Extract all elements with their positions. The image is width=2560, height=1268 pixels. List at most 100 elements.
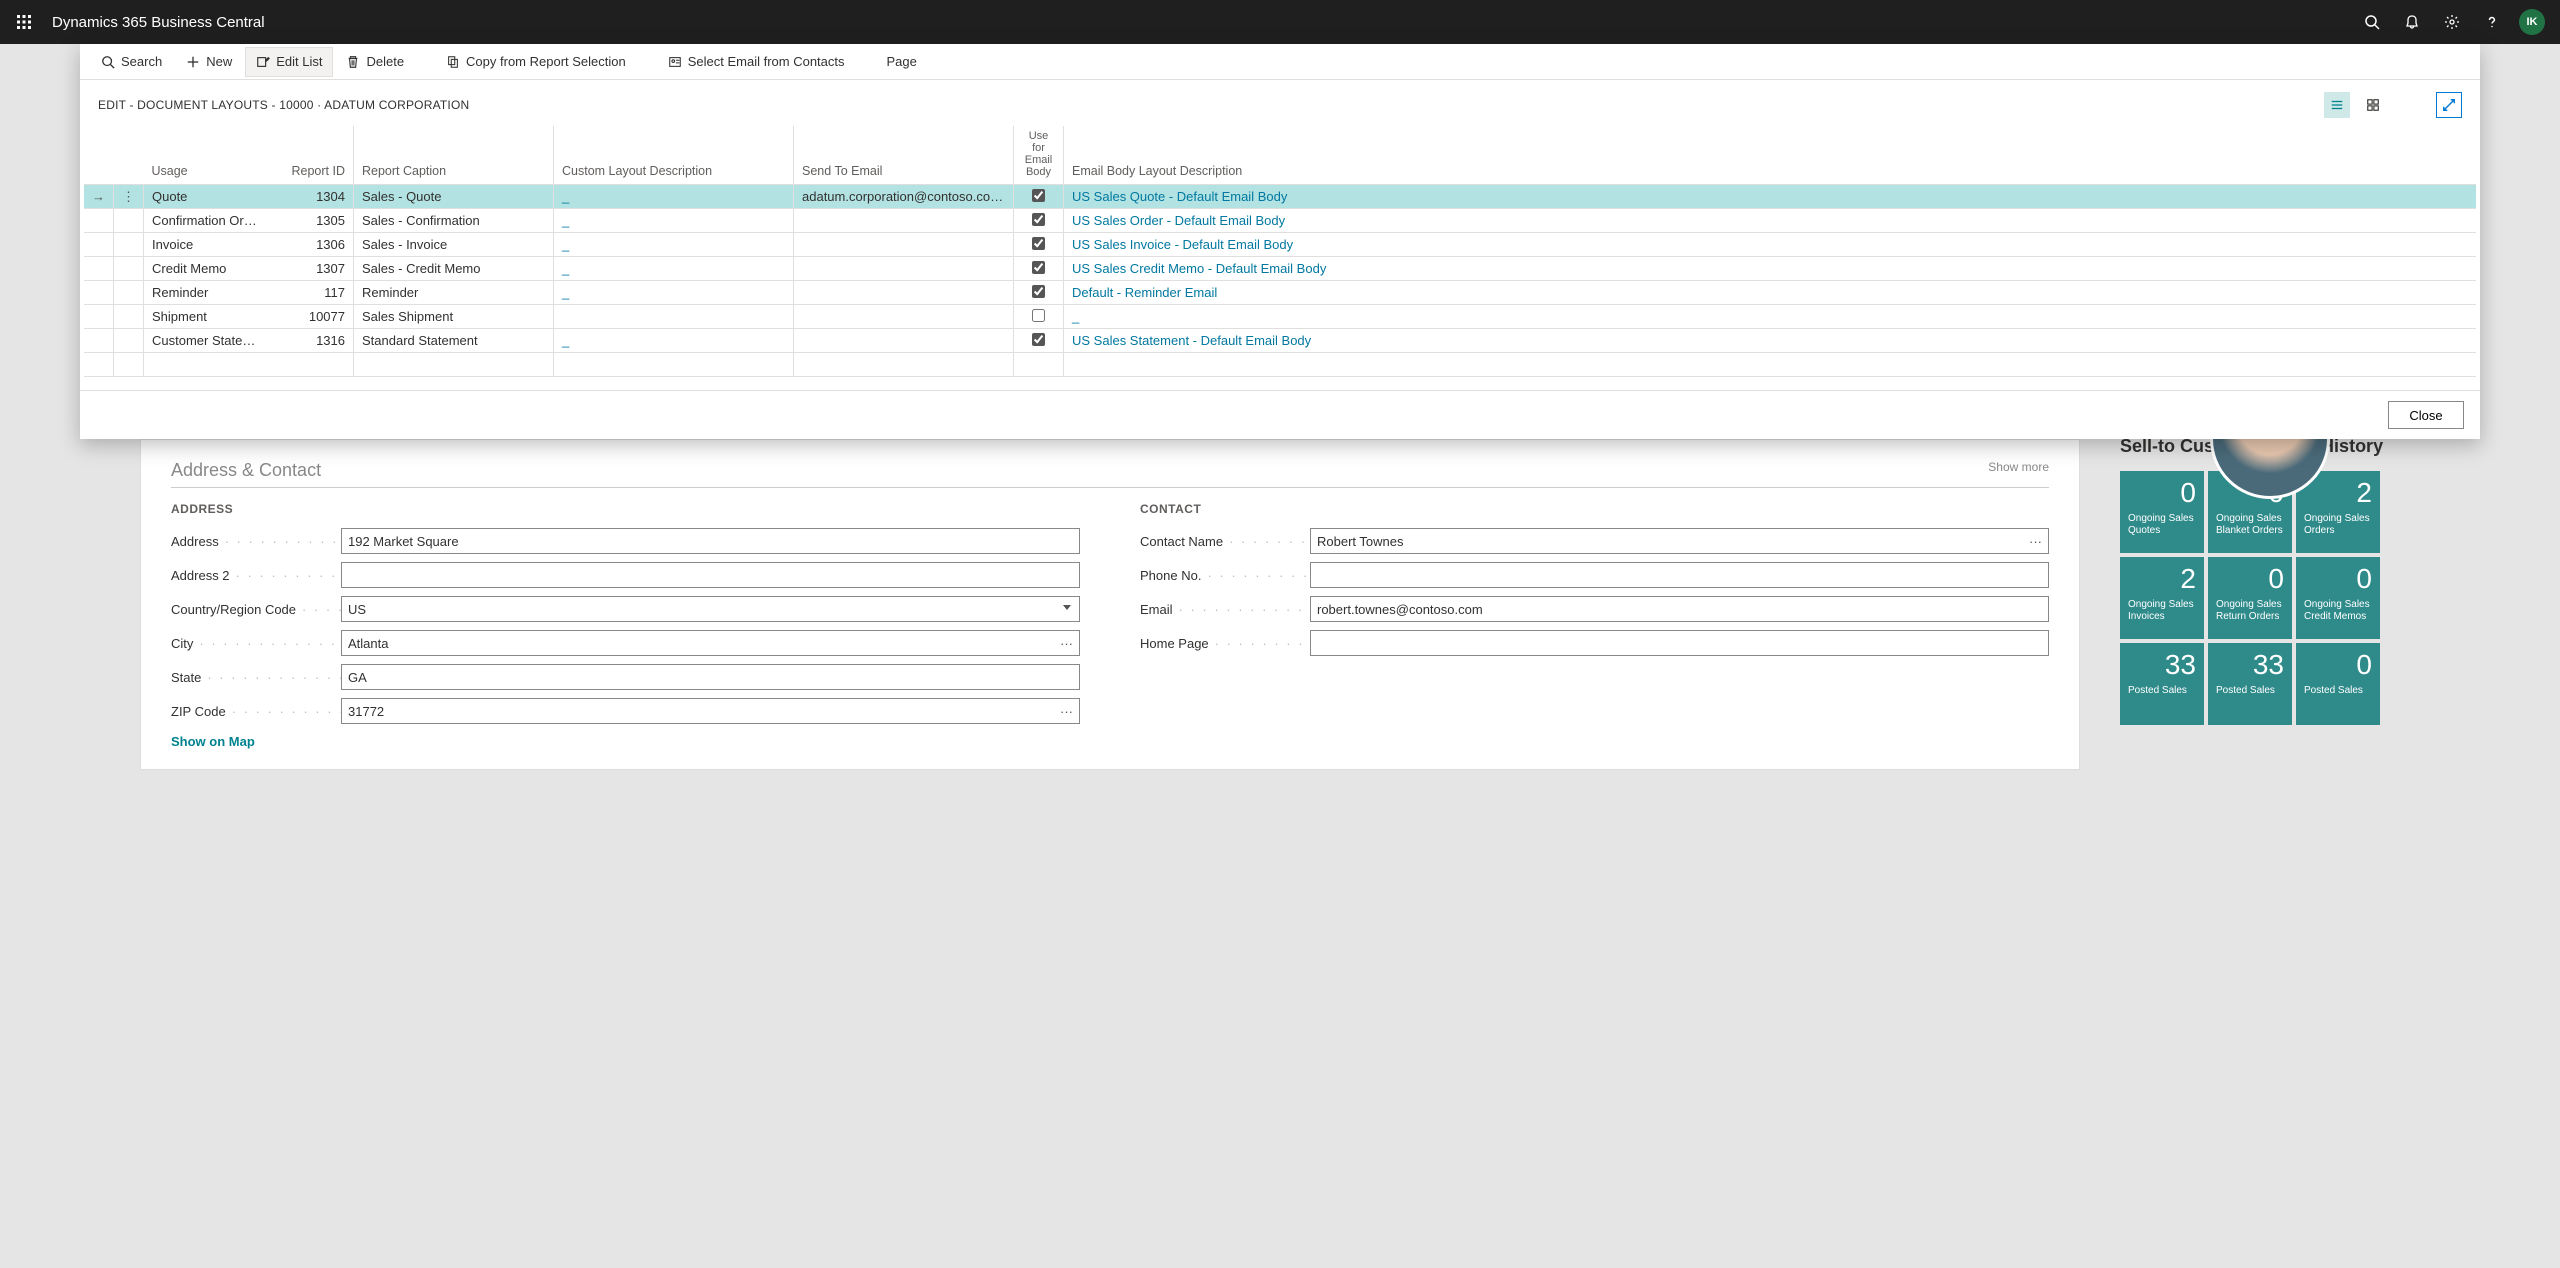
country-field[interactable]: US bbox=[341, 596, 1080, 622]
use-body-checkbox[interactable] bbox=[1032, 189, 1045, 202]
cell-email[interactable]: adatum.corporation@contoso.com;rober… bbox=[794, 185, 1014, 209]
table-row[interactable]: Reminder117Reminder_Default - Reminder E… bbox=[84, 281, 2476, 305]
cell-caption[interactable]: Sales - Quote bbox=[354, 185, 554, 209]
sales-tile[interactable]: 2Ongoing Sales Invoices bbox=[2120, 557, 2204, 639]
address2-field[interactable] bbox=[341, 562, 1080, 588]
search-button[interactable]: Search bbox=[90, 47, 173, 77]
table-row[interactable]: Customer State…1316Standard Statement_ US… bbox=[84, 329, 2476, 353]
col-report-id[interactable]: Report ID bbox=[274, 126, 354, 185]
tiles-view-icon[interactable] bbox=[2360, 92, 2386, 118]
cell-email[interactable] bbox=[794, 209, 1014, 233]
cell-custom[interactable]: _ bbox=[554, 185, 794, 209]
col-report-caption[interactable]: Report Caption bbox=[354, 126, 554, 185]
cell-custom[interactable]: _ bbox=[554, 233, 794, 257]
cell-body-desc[interactable]: US Sales Credit Memo - Default Email Bod… bbox=[1064, 257, 2477, 281]
settings-icon[interactable] bbox=[2432, 0, 2472, 44]
cell-caption[interactable]: Sales - Confirmation bbox=[354, 209, 554, 233]
contact-name-field[interactable]: Robert Townes bbox=[1310, 528, 2049, 554]
homepage-field[interactable] bbox=[1310, 630, 2049, 656]
document-layouts-grid[interactable]: Usage Report ID Report Caption Custom La… bbox=[84, 126, 2476, 377]
cell-body-desc[interactable]: _ bbox=[1064, 305, 2477, 329]
cell-caption[interactable]: Sales - Invoice bbox=[354, 233, 554, 257]
cell-report-id[interactable]: 1305 bbox=[274, 209, 354, 233]
page-menu[interactable]: Page bbox=[876, 47, 928, 77]
table-row[interactable]: →⋮Quote1304Sales - Quote_adatum.corporat… bbox=[84, 185, 2476, 209]
close-button[interactable]: Close bbox=[2388, 401, 2464, 429]
cell-usage[interactable]: Invoice bbox=[144, 233, 274, 257]
select-email-button[interactable]: Select Email from Contacts bbox=[657, 47, 856, 77]
cell-caption[interactable]: Sales Shipment bbox=[354, 305, 554, 329]
table-row[interactable]: Invoice1306Sales - Invoice_US Sales Invo… bbox=[84, 233, 2476, 257]
collapse-dialog-icon[interactable] bbox=[2436, 92, 2462, 118]
city-field[interactable]: Atlanta bbox=[341, 630, 1080, 656]
use-body-checkbox[interactable] bbox=[1032, 261, 1045, 274]
email-field[interactable]: robert.townes@contoso.com bbox=[1310, 596, 2049, 622]
cell-report-id[interactable]: 1307 bbox=[274, 257, 354, 281]
notifications-icon[interactable] bbox=[2392, 0, 2432, 44]
cell-custom[interactable]: _ bbox=[554, 281, 794, 305]
cell-body-desc[interactable]: US Sales Statement - Default Email Body bbox=[1064, 329, 2477, 353]
cell-use-body[interactable] bbox=[1014, 185, 1064, 209]
cell-usage[interactable]: Quote bbox=[144, 185, 274, 209]
table-row[interactable]: Shipment10077Sales Shipment _ bbox=[84, 305, 2476, 329]
show-on-map-link[interactable]: Show on Map bbox=[171, 734, 1080, 749]
cell-custom[interactable] bbox=[554, 305, 794, 329]
cell-custom[interactable]: _ bbox=[554, 329, 794, 353]
cell-caption[interactable]: Reminder bbox=[354, 281, 554, 305]
use-body-checkbox[interactable] bbox=[1032, 213, 1045, 226]
sales-tile[interactable]: 0Ongoing Sales Quotes bbox=[2120, 471, 2204, 553]
address-field[interactable]: 192 Market Square bbox=[341, 528, 1080, 554]
app-launcher-icon[interactable] bbox=[8, 6, 40, 38]
cell-body-desc[interactable]: US Sales Order - Default Email Body bbox=[1064, 209, 2477, 233]
use-body-checkbox[interactable] bbox=[1032, 285, 1045, 298]
cell-report-id[interactable]: 10077 bbox=[274, 305, 354, 329]
delete-button[interactable]: Delete bbox=[335, 47, 415, 77]
col-send-to-email[interactable]: Send To Email bbox=[794, 126, 1014, 185]
cell-usage[interactable]: Credit Memo bbox=[144, 257, 274, 281]
cell-custom[interactable]: _ bbox=[554, 209, 794, 233]
cell-usage[interactable]: Confirmation Or… bbox=[144, 209, 274, 233]
use-body-checkbox[interactable] bbox=[1032, 237, 1045, 250]
table-row[interactable]: Confirmation Or…1305Sales - Confirmation… bbox=[84, 209, 2476, 233]
sales-tile[interactable]: 0Ongoing Sales Return Orders bbox=[2208, 557, 2292, 639]
copy-from-report-button[interactable]: Copy from Report Selection bbox=[435, 47, 637, 77]
cell-caption[interactable]: Sales - Credit Memo bbox=[354, 257, 554, 281]
cell-usage[interactable]: Shipment bbox=[144, 305, 274, 329]
cell-email[interactable] bbox=[794, 329, 1014, 353]
cell-usage[interactable]: Customer State… bbox=[144, 329, 274, 353]
cell-use-body[interactable] bbox=[1014, 209, 1064, 233]
cell-email[interactable] bbox=[794, 257, 1014, 281]
cell-use-body[interactable] bbox=[1014, 305, 1064, 329]
cell-use-body[interactable] bbox=[1014, 329, 1064, 353]
new-button[interactable]: New bbox=[175, 47, 243, 77]
cell-report-id[interactable]: 117 bbox=[274, 281, 354, 305]
edit-list-button[interactable]: Edit List bbox=[245, 47, 333, 77]
list-view-icon[interactable] bbox=[2324, 92, 2350, 118]
row-menu-icon[interactable]: ⋮ bbox=[122, 189, 135, 204]
use-body-checkbox[interactable] bbox=[1032, 309, 1045, 322]
cell-usage[interactable]: Reminder bbox=[144, 281, 274, 305]
cell-email[interactable] bbox=[794, 305, 1014, 329]
col-custom-layout[interactable]: Custom Layout Description bbox=[554, 126, 794, 185]
cell-use-body[interactable] bbox=[1014, 281, 1064, 305]
cell-report-id[interactable]: 1316 bbox=[274, 329, 354, 353]
table-row[interactable]: Credit Memo1307Sales - Credit Memo_US Sa… bbox=[84, 257, 2476, 281]
cell-use-body[interactable] bbox=[1014, 257, 1064, 281]
sales-tile[interactable]: 33Posted Sales bbox=[2120, 643, 2204, 725]
sales-tile[interactable]: 0Ongoing Sales Credit Memos bbox=[2296, 557, 2380, 639]
zip-field[interactable]: 31772 bbox=[341, 698, 1080, 724]
col-usage[interactable]: Usage bbox=[144, 126, 274, 185]
cell-email[interactable] bbox=[794, 281, 1014, 305]
col-email-body-desc[interactable]: Email Body Layout Description bbox=[1064, 126, 2477, 185]
table-row-empty[interactable] bbox=[84, 353, 2476, 377]
state-field[interactable]: GA bbox=[341, 664, 1080, 690]
cell-body-desc[interactable]: US Sales Quote - Default Email Body bbox=[1064, 185, 2477, 209]
search-icon[interactable] bbox=[2352, 0, 2392, 44]
sales-tile[interactable]: 33Posted Sales bbox=[2208, 643, 2292, 725]
cell-body-desc[interactable]: Default - Reminder Email bbox=[1064, 281, 2477, 305]
phone-field[interactable] bbox=[1310, 562, 2049, 588]
cell-caption[interactable]: Standard Statement bbox=[354, 329, 554, 353]
use-body-checkbox[interactable] bbox=[1032, 333, 1045, 346]
cell-email[interactable] bbox=[794, 233, 1014, 257]
help-icon[interactable] bbox=[2472, 0, 2512, 44]
